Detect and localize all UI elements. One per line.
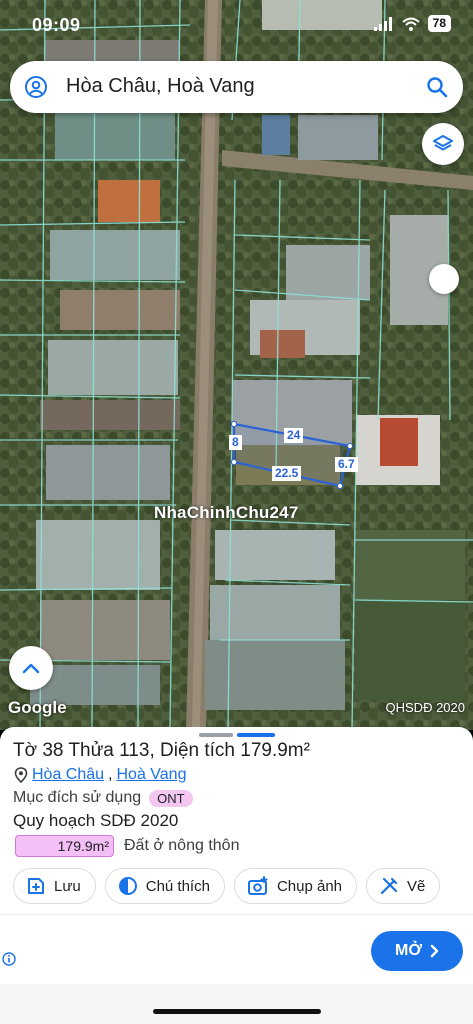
- camera-icon: [247, 876, 268, 895]
- save-icon: [28, 878, 44, 894]
- plan-layer-label: QHSDĐ 2020: [385, 700, 465, 715]
- action-chips: Lưu Chú thích Chụp ảnh Vẽ: [13, 868, 441, 904]
- signal-icon: [373, 16, 392, 31]
- wifi-icon: [401, 17, 420, 31]
- plan-area-badge: 179.9m²: [15, 835, 114, 857]
- parcel-title: Tờ 38 Thửa 113, Diện tích 179.9m²: [13, 740, 310, 761]
- save-button[interactable]: Lưu: [13, 868, 96, 904]
- draw-icon: [380, 877, 398, 895]
- home-indicator[interactable]: [153, 1009, 321, 1014]
- search-query[interactable]: Hòa Châu, Hoà Vang: [66, 75, 255, 98]
- status-time: 09:09: [32, 15, 81, 35]
- expand-up-button[interactable]: [9, 646, 53, 690]
- map-slider-handle[interactable]: [429, 264, 459, 294]
- home-bar-area: [0, 984, 473, 1024]
- legend-button[interactable]: Chú thích: [104, 868, 225, 904]
- district-link[interactable]: Hoà Vang: [117, 766, 187, 784]
- battery-indicator: 78: [427, 15, 451, 32]
- location-row: Hòa Châu, Hoà Vang: [14, 766, 186, 784]
- save-label: Lưu: [54, 877, 81, 895]
- parcel-info-sheet[interactable]: Tờ 38 Thửa 113, Diện tích 179.9m² Hòa Ch…: [0, 727, 473, 1024]
- legend-label: Chú thích: [145, 877, 210, 895]
- status-bar: 09:09 78: [0, 0, 473, 52]
- watermark: NhaChinhChu247: [154, 503, 299, 522]
- land-purpose-row: Mục đích sử dụng ONT: [13, 789, 193, 807]
- status-icons: 78: [373, 15, 451, 32]
- draw-label: Vẽ: [407, 877, 426, 895]
- ad-info-icon[interactable]: [2, 952, 16, 966]
- draw-button[interactable]: Vẽ: [366, 868, 441, 904]
- location-pin-icon: [14, 767, 28, 783]
- satellite-map[interactable]: 24 8 6.7 22.5 NhaChinhChu247 Google QHSD…: [0, 0, 473, 730]
- location-separator: ,: [108, 766, 113, 783]
- legend-icon: [118, 877, 137, 895]
- ad-open-label: MỞ: [395, 942, 422, 959]
- dimension-left: 8: [229, 435, 242, 450]
- layers-button[interactable]: [422, 123, 464, 165]
- sheet-grabber[interactable]: [199, 733, 275, 737]
- capture-button[interactable]: Chụp ảnh: [233, 868, 358, 904]
- commune-link[interactable]: Hòa Châu: [32, 766, 104, 784]
- chevron-up-icon: [22, 663, 40, 674]
- ad-banner[interactable]: MỞ: [0, 914, 473, 984]
- dimension-right: 6.7: [335, 457, 358, 472]
- layers-icon: [433, 135, 453, 151]
- search-icon[interactable]: [425, 75, 449, 99]
- ad-open-button[interactable]: MỞ: [371, 931, 463, 971]
- plan-row: 179.9m² Đất ở nông thôn: [15, 835, 239, 857]
- dimension-bottom: 22.5: [272, 466, 302, 481]
- search-bar[interactable]: Hòa Châu, Hoà Vang: [10, 61, 463, 113]
- purpose-code-badge: ONT: [149, 789, 193, 807]
- chevron-right-icon: [430, 944, 439, 958]
- purpose-label: Mục đích sử dụng: [13, 789, 142, 806]
- capture-label: Chụp ảnh: [276, 877, 343, 895]
- google-logo: Google: [8, 698, 67, 717]
- dimension-top: 24: [284, 428, 304, 443]
- plan-title: Quy hoạch SDĐ 2020: [13, 811, 179, 830]
- account-icon[interactable]: [24, 75, 48, 99]
- plan-description: Đất ở nông thôn: [124, 837, 240, 854]
